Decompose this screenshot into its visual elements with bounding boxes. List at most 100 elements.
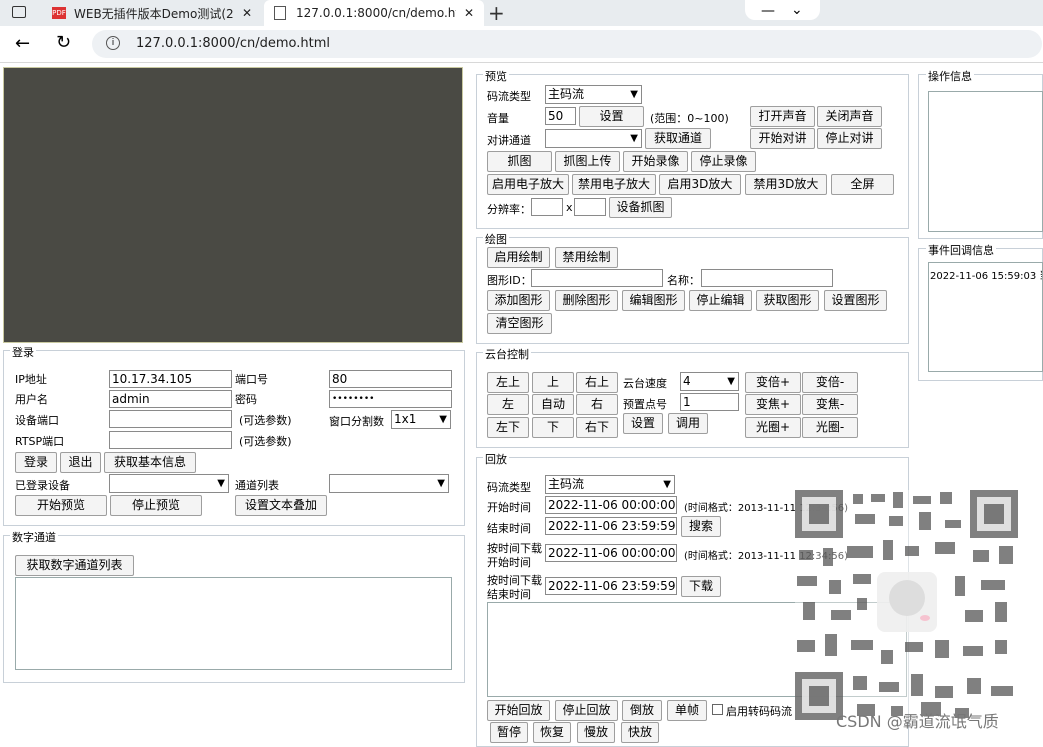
iris-in-button[interactable]: 光圈+ [745, 417, 801, 438]
start-record-button[interactable]: 开始录像 [623, 151, 688, 172]
resume-button[interactable]: 恢复 [533, 722, 571, 743]
login-button[interactable]: 登录 [15, 452, 57, 473]
enable-draw-button[interactable]: 启用绘制 [487, 247, 550, 268]
tab-demo-html[interactable]: 127.0.0.1:8000/cn/demo.html ✕ [264, 0, 484, 26]
digital-channel-list[interactable] [15, 577, 452, 670]
talk-channel-select[interactable]: ▼ [545, 129, 642, 148]
dl-end-time-input[interactable]: 2022-11-06 23:59:59 [545, 577, 677, 595]
disable-3d-zoom-button[interactable]: 禁用3D放大 [745, 174, 827, 195]
logout-button[interactable]: 退出 [60, 452, 101, 473]
preset-set-button[interactable]: 设置 [623, 413, 663, 434]
window-split-select[interactable]: 1x1 ▼ [391, 410, 451, 429]
logged-devices-select[interactable]: ▼ [109, 474, 229, 493]
back-icon[interactable]: ← [15, 33, 30, 54]
disable-ezoom-button[interactable]: 禁用电子放大 [572, 174, 656, 195]
rtsp-port-input[interactable] [109, 431, 232, 449]
resolution-height-input[interactable] [574, 198, 606, 216]
transcode-checkbox[interactable] [712, 704, 723, 715]
volume-set-button[interactable]: 设置 [579, 106, 644, 127]
reverse-play-button[interactable]: 倒放 [622, 700, 662, 721]
preset-input[interactable]: 1 [680, 393, 739, 411]
close-icon[interactable]: ✕ [242, 6, 252, 20]
clear-shapes-button[interactable]: 清空图形 [487, 313, 552, 334]
get-channel-button[interactable]: 获取通道 [645, 128, 711, 149]
tab-demo-pdf[interactable]: PDF WEB无插件版本Demo测试(2110 ✕ [42, 0, 260, 26]
enable-ezoom-button[interactable]: 启用电子放大 [487, 174, 569, 195]
password-input[interactable]: •••••••• [329, 390, 452, 408]
ptz-right-button[interactable]: 右 [576, 394, 618, 415]
close-icon[interactable]: ✕ [464, 6, 474, 20]
stop-talk-button[interactable]: 停止对讲 [817, 128, 882, 149]
add-shape-button[interactable]: 添加图形 [487, 290, 550, 311]
focus-out-button[interactable]: 变焦- [802, 394, 858, 415]
device-capture-button[interactable]: 设备抓图 [609, 197, 672, 218]
dl-start-time-input[interactable]: 2022-11-06 00:00:00 [545, 544, 677, 562]
new-tab-icon[interactable]: + [488, 1, 505, 25]
pause-button[interactable]: 暂停 [490, 722, 528, 743]
ptz-down-right-button[interactable]: 右下 [576, 417, 618, 438]
fast-play-button[interactable]: 快放 [621, 722, 659, 743]
capture-upload-button[interactable]: 抓图上传 [555, 151, 620, 172]
start-preview-button[interactable]: 开始预览 [15, 495, 107, 516]
pb-stream-type-select[interactable]: 主码流 ▼ [545, 475, 675, 494]
start-playback-button[interactable]: 开始回放 [487, 700, 550, 721]
shape-id-input[interactable] [531, 269, 663, 287]
set-text-overlay-button[interactable]: 设置文本叠加 [235, 495, 327, 516]
ip-input[interactable]: 10.17.34.105 [109, 370, 232, 388]
tab-actions-icon[interactable] [12, 6, 26, 18]
stream-type-select[interactable]: 主码流 ▼ [545, 85, 642, 104]
edit-shape-button[interactable]: 编辑图形 [622, 290, 685, 311]
ptz-up-right-button[interactable]: 右上 [576, 372, 618, 393]
single-frame-button[interactable]: 单帧 [667, 700, 707, 721]
get-shape-button[interactable]: 获取图形 [756, 290, 819, 311]
port-input[interactable]: 80 [329, 370, 452, 388]
ptz-speed-select[interactable]: 4 ▼ [680, 372, 739, 391]
zoom-out-button[interactable]: 变倍- [802, 372, 858, 393]
resolution-width-input[interactable] [531, 198, 563, 216]
stop-playback-button[interactable]: 停止回放 [555, 700, 618, 721]
iris-out-button[interactable]: 光圈- [802, 417, 858, 438]
ptz-down-left-button[interactable]: 左下 [487, 417, 529, 438]
ptz-down-button[interactable]: 下 [532, 417, 574, 438]
get-digital-channel-list-button[interactable]: 获取数字通道列表 [15, 555, 134, 576]
channel-list-select[interactable]: ▼ [329, 474, 449, 493]
zoom-in-button[interactable]: 变倍+ [745, 372, 801, 393]
preset-call-button[interactable]: 调用 [668, 413, 708, 434]
chevron-down-icon[interactable]: ⌄ [791, 2, 803, 18]
capture-button[interactable]: 抓图 [487, 151, 552, 172]
event-info-log[interactable]: 2022-11-06 15:59:03 当 [928, 262, 1043, 372]
slow-play-button[interactable]: 慢放 [577, 722, 615, 743]
shape-name-input[interactable] [701, 269, 833, 287]
disable-draw-button[interactable]: 禁用绘制 [555, 247, 618, 268]
set-shape-button[interactable]: 设置图形 [824, 290, 887, 311]
logged-devices-label: 已登录设备 [15, 479, 70, 492]
address-bar: ← ↻ i 127.0.0.1:8000/cn/demo.html [0, 26, 1043, 63]
close-sound-button[interactable]: 关闭声音 [817, 106, 882, 127]
stop-record-button[interactable]: 停止录像 [691, 151, 756, 172]
ptz-up-button[interactable]: 上 [532, 372, 574, 393]
focus-in-button[interactable]: 变焦+ [745, 394, 801, 415]
device-port-input[interactable] [109, 410, 232, 428]
start-talk-button[interactable]: 开始对讲 [750, 128, 815, 149]
search-button[interactable]: 搜索 [681, 516, 721, 537]
enable-3d-zoom-button[interactable]: 启用3D放大 [659, 174, 741, 195]
pb-start-time-input[interactable]: 2022-11-06 00:00:00 [545, 496, 677, 514]
get-basic-info-button[interactable]: 获取基本信息 [104, 452, 196, 473]
ptz-up-left-button[interactable]: 左上 [487, 372, 529, 393]
username-input[interactable]: admin [109, 390, 232, 408]
minimize-icon[interactable]: — [761, 3, 775, 19]
operation-info-log[interactable] [928, 91, 1043, 232]
pb-end-time-input[interactable]: 2022-11-06 23:59:59 [545, 517, 677, 535]
delete-shape-button[interactable]: 删除图形 [555, 290, 618, 311]
video-window[interactable] [3, 67, 463, 343]
download-button[interactable]: 下载 [681, 576, 721, 597]
fullscreen-button[interactable]: 全屏 [831, 174, 894, 195]
url-field[interactable]: i 127.0.0.1:8000/cn/demo.html [92, 30, 1042, 58]
open-sound-button[interactable]: 打开声音 [750, 106, 815, 127]
stop-edit-button[interactable]: 停止编辑 [689, 290, 752, 311]
ptz-auto-button[interactable]: 自动 [532, 394, 574, 415]
ptz-left-button[interactable]: 左 [487, 394, 529, 415]
volume-input[interactable]: 50 [545, 107, 576, 125]
stop-preview-button[interactable]: 停止预览 [110, 495, 202, 516]
reload-icon[interactable]: ↻ [56, 32, 71, 53]
